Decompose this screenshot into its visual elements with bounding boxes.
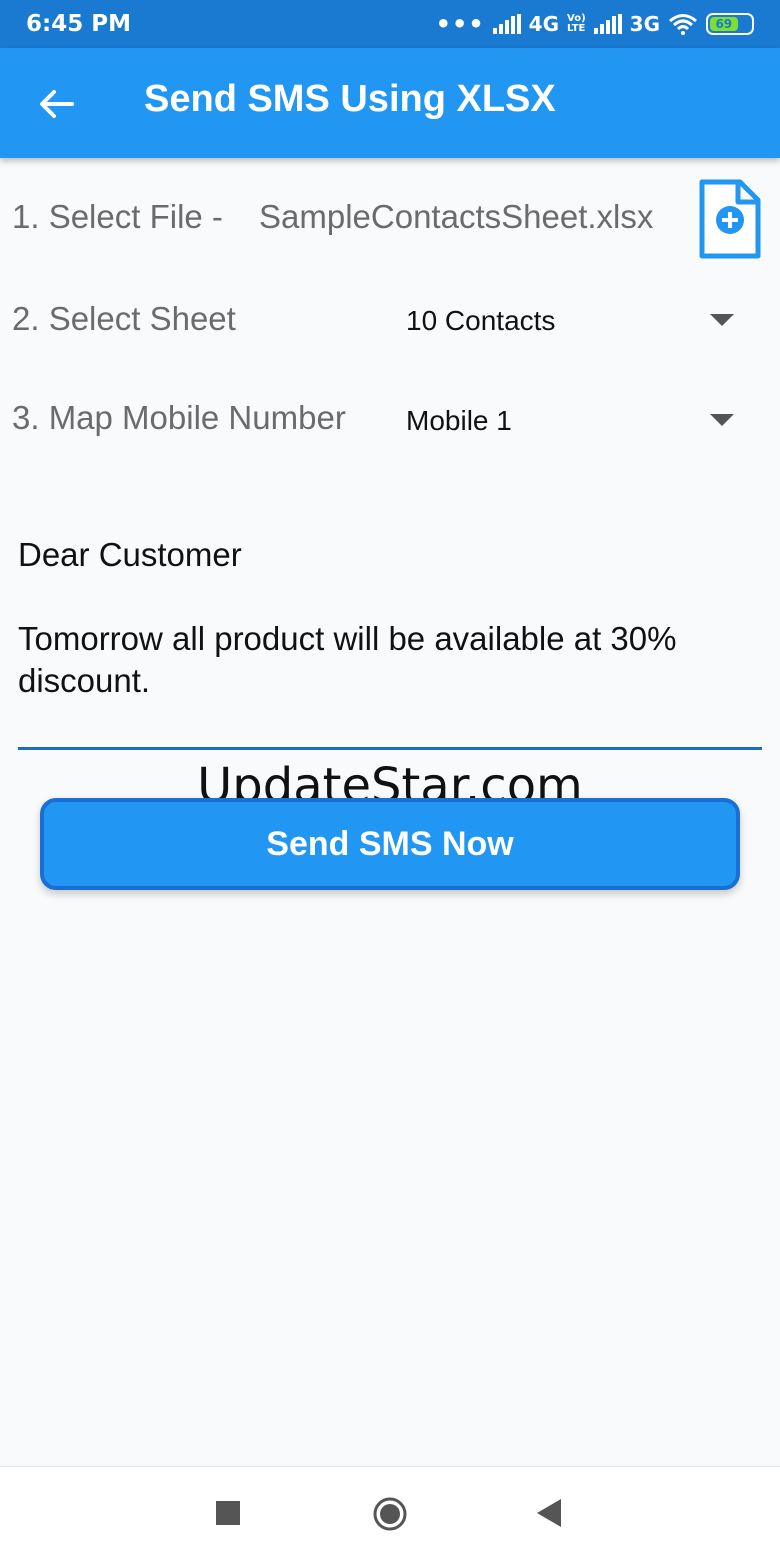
battery-icon: 69 xyxy=(706,13,754,35)
system-nav-bar xyxy=(0,1466,780,1560)
network-type-secondary: 3G xyxy=(629,12,660,36)
network-type-primary: 4G xyxy=(528,12,560,36)
recents-icon[interactable] xyxy=(216,1501,240,1525)
send-sms-button[interactable]: Send SMS Now xyxy=(40,798,740,890)
select-file-label: 1. Select File - xyxy=(12,198,223,235)
select-sheet-label: 2. Select Sheet xyxy=(12,300,236,337)
add-file-icon[interactable] xyxy=(698,178,762,260)
battery-level: 69 xyxy=(710,17,738,31)
wifi-icon xyxy=(669,14,697,35)
home-icon[interactable] xyxy=(372,1496,408,1532)
status-icons: ••• 4G Vo) LTE 3G 69 xyxy=(436,12,754,36)
map-mobile-label: 3. Map Mobile Number xyxy=(12,399,346,436)
select-sheet-dropdown[interactable]: 10 Contacts xyxy=(406,305,555,337)
status-time: 6:45 PM xyxy=(26,11,131,37)
nav-back-icon[interactable] xyxy=(537,1499,561,1527)
selected-file-name: SampleContactsSheet.xlsx xyxy=(259,198,654,235)
app-bar: Send SMS Using XLSX xyxy=(0,48,780,158)
page-title: Send SMS Using XLSX xyxy=(144,78,556,120)
back-arrow-icon[interactable] xyxy=(36,84,76,124)
sheet-dropdown-arrow-icon[interactable] xyxy=(710,314,734,328)
volte-icon: Vo) LTE xyxy=(567,13,586,34)
message-input[interactable]: Dear Customer Tomorrow all product will … xyxy=(18,534,762,750)
mobile-dropdown-arrow-icon[interactable] xyxy=(710,414,734,428)
signal-icon-secondary xyxy=(593,14,622,34)
signal-icon xyxy=(492,14,521,34)
status-bar: 6:45 PM ••• 4G Vo) LTE 3G 69 xyxy=(0,0,780,48)
map-mobile-dropdown[interactable]: Mobile 1 xyxy=(406,405,512,437)
notification-dots-icon: ••• xyxy=(435,10,485,38)
